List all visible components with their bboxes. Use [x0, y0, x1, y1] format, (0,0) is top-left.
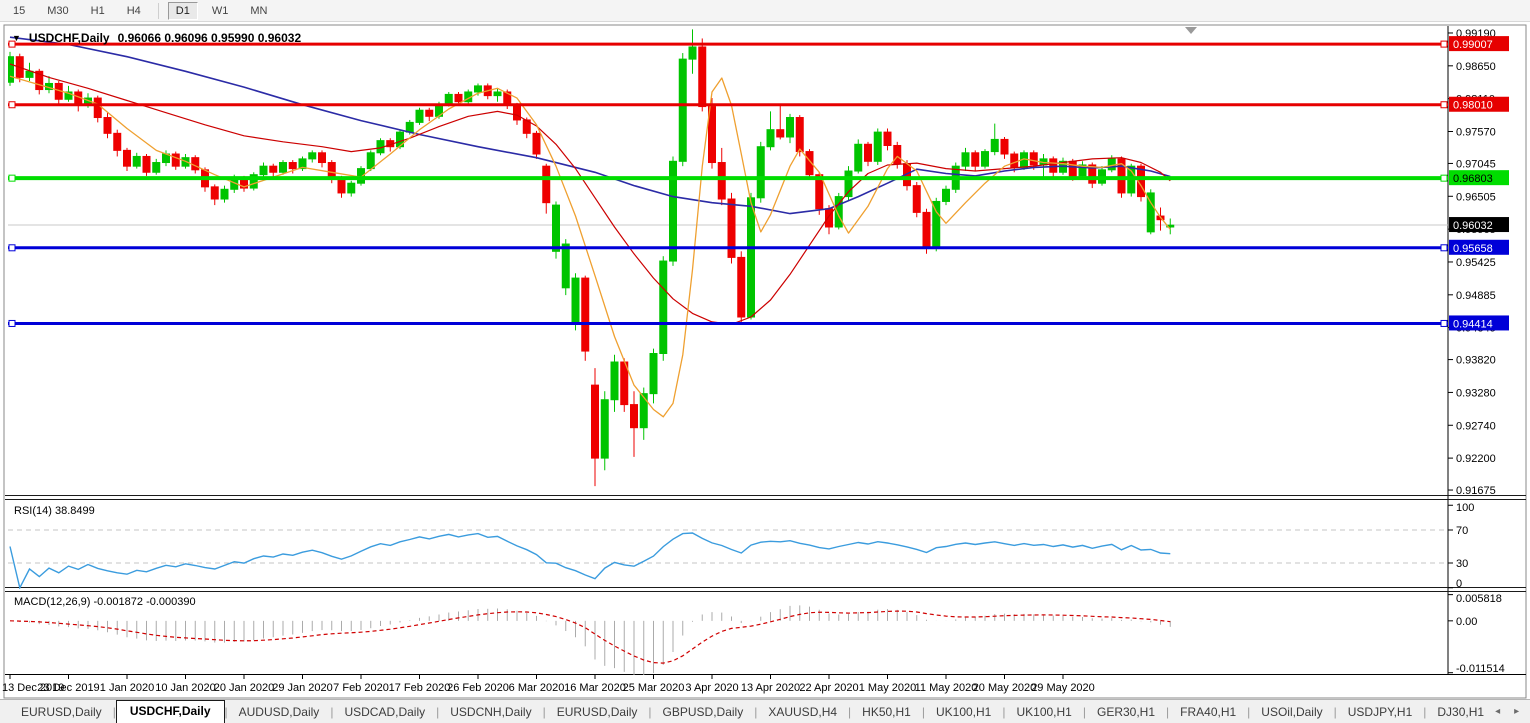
candle [737, 251, 746, 325]
svg-text:0.98010: 0.98010 [1453, 100, 1493, 112]
svg-text:29 Jan 2020: 29 Jan 2020 [272, 682, 333, 694]
tab-dj30-h1[interactable]: DJ30,H1 [1426, 702, 1495, 723]
tab-hk50-h1[interactable]: HK50,H1 [851, 702, 922, 723]
tab-usdchf-daily[interactable]: USDCHF,Daily [115, 700, 225, 723]
svg-text:1 May 2020: 1 May 2020 [859, 682, 916, 694]
svg-text:70: 70 [1456, 525, 1468, 537]
chart-window[interactable]: 0.991900.986500.981100.975700.970450.965… [0, 23, 1530, 699]
chart-dropdown-icon[interactable]: ▼ [12, 33, 21, 43]
tab-audusd-daily[interactable]: AUDUSD,Daily [228, 702, 331, 723]
candle [600, 391, 609, 471]
svg-text:22 Apr 2020: 22 Apr 2020 [799, 682, 858, 694]
svg-text:0.95658: 0.95658 [1453, 243, 1493, 255]
svg-text:0.95425: 0.95425 [1456, 257, 1496, 269]
candle [1146, 189, 1155, 235]
timeframe-button-mn[interactable]: MN [242, 2, 275, 20]
svg-text:0.97570: 0.97570 [1456, 127, 1496, 139]
svg-text:20 Jan 2020: 20 Jan 2020 [214, 682, 275, 694]
svg-text:1 Jan 2020: 1 Jan 2020 [100, 682, 154, 694]
candle [981, 149, 989, 169]
svg-text:11 May 2020: 11 May 2020 [915, 682, 978, 694]
candle [571, 273, 580, 331]
candle [669, 156, 677, 266]
tab-xauusd-h4[interactable]: XAUUSD,H4 [757, 702, 848, 723]
trading-terminal: 15M30H1H4D1W1MN 0.991900.986500.981100.9… [0, 0, 1530, 723]
tab-uk100-h1[interactable]: UK100,H1 [925, 702, 1002, 723]
timeframe-button-h4[interactable]: H4 [119, 2, 149, 20]
svg-text:0.93820: 0.93820 [1456, 355, 1496, 367]
timeframe-button-15[interactable]: 15 [5, 2, 33, 20]
tab-uk100-h1[interactable]: UK100,H1 [1005, 702, 1082, 723]
chart-canvas[interactable]: 0.991900.986500.981100.975700.970450.965… [0, 23, 1530, 699]
svg-text:29 May 2020: 29 May 2020 [1031, 682, 1095, 694]
chart-title: ▼ USDCHF,Daily 0.96066 0.96096 0.95990 0… [12, 31, 301, 45]
candle [854, 139, 863, 174]
candle [415, 107, 424, 125]
svg-text:0.99007: 0.99007 [1453, 39, 1493, 51]
svg-text:3 Apr 2020: 3 Apr 2020 [685, 682, 738, 694]
svg-text:7 Feb 2020: 7 Feb 2020 [333, 682, 389, 694]
candle [912, 181, 921, 218]
macd-indicator-label: MACD(12,26,9) -0.001872 -0.000390 [14, 596, 196, 608]
svg-text:0: 0 [1456, 578, 1462, 590]
svg-text:20 May 2020: 20 May 2020 [973, 682, 1037, 694]
candle [581, 275, 590, 361]
svg-text:0.97045: 0.97045 [1456, 158, 1496, 170]
tab-usdjpy-h1[interactable]: USDJPY,H1 [1337, 702, 1423, 723]
svg-text:16 Mar 2020: 16 Mar 2020 [564, 682, 626, 694]
tab-eurusd-daily[interactable]: EURUSD,Daily [546, 702, 649, 723]
svg-text:100: 100 [1456, 502, 1474, 514]
tab-eurusd-daily[interactable]: EURUSD,Daily [10, 702, 113, 723]
timeframe-button-h1[interactable]: H1 [83, 2, 113, 20]
svg-text:0.94885: 0.94885 [1456, 290, 1496, 302]
candle [249, 172, 258, 191]
svg-text:0.005818: 0.005818 [1456, 593, 1502, 605]
candle [659, 256, 668, 361]
timeframe-button-d1[interactable]: D1 [167, 1, 198, 20]
chart-symbol-period: USDCHF,Daily [28, 31, 110, 45]
tab-usdcnh-daily[interactable]: USDCNH,Daily [439, 702, 542, 723]
tab-usdcad-daily[interactable]: USDCAD,Daily [333, 702, 436, 723]
tab-scroll-left-icon[interactable]: ◂ [1495, 706, 1500, 717]
svg-text:0.92200: 0.92200 [1456, 453, 1496, 465]
svg-text:0.92740: 0.92740 [1456, 420, 1496, 432]
timeframe-bar: 15 M30 H1 H4 D1 W1 MN [0, 0, 1530, 22]
svg-text:26 Feb 2020: 26 Feb 2020 [447, 682, 509, 694]
candle [552, 201, 560, 259]
tab-usoil-daily[interactable]: USOil,Daily [1250, 702, 1333, 723]
timeframe-button-m30[interactable]: M30 [39, 2, 76, 20]
current-price-badge: 0.96032 [1449, 217, 1509, 233]
svg-text:0.98650: 0.98650 [1456, 61, 1496, 73]
rsi-indicator-label: RSI(14) 38.8499 [14, 505, 95, 517]
chart-frame [3, 24, 1527, 699]
candle [678, 53, 687, 167]
svg-text:30: 30 [1456, 558, 1468, 570]
timeframe-button-w1[interactable]: W1 [204, 2, 237, 20]
svg-text:0.93280: 0.93280 [1456, 387, 1496, 399]
chart-ohlc-values: 0.96066 0.96096 0.95990 0.96032 [117, 31, 302, 45]
candle [756, 141, 765, 203]
svg-text:13 Apr 2020: 13 Apr 2020 [741, 682, 800, 694]
svg-text:10 Jan 2020: 10 Jan 2020 [155, 682, 216, 694]
svg-text:0.96803: 0.96803 [1453, 173, 1493, 185]
candle [698, 38, 707, 112]
svg-text:0.96505: 0.96505 [1456, 191, 1496, 203]
svg-text:17 Feb 2020: 17 Feb 2020 [389, 682, 451, 694]
toolbar-divider [157, 2, 159, 19]
svg-text:23 Dec 2019: 23 Dec 2019 [37, 682, 99, 694]
candle [142, 154, 151, 176]
svg-text:0.00: 0.00 [1456, 616, 1477, 628]
candle [873, 128, 882, 165]
chart-tabs: EURUSD,Daily | USDCHF,Daily | AUDUSD,Daily | U… [0, 699, 1530, 723]
svg-text:-0.011514: -0.011514 [1456, 663, 1505, 675]
tab-fra40-h1[interactable]: FRA40,H1 [1169, 702, 1247, 723]
tab-ger30-h1[interactable]: GER30,H1 [1086, 702, 1166, 723]
svg-text:6 Mar 2020: 6 Mar 2020 [509, 682, 565, 694]
svg-text:0.96032: 0.96032 [1453, 220, 1493, 232]
svg-text:25 Mar 2020: 25 Mar 2020 [623, 682, 685, 694]
svg-text:0.94414: 0.94414 [1453, 318, 1493, 330]
tab-gbpusd-daily[interactable]: GBPUSD,Daily [652, 702, 755, 723]
tab-scroll-right-icon[interactable]: ▸ [1514, 706, 1519, 717]
